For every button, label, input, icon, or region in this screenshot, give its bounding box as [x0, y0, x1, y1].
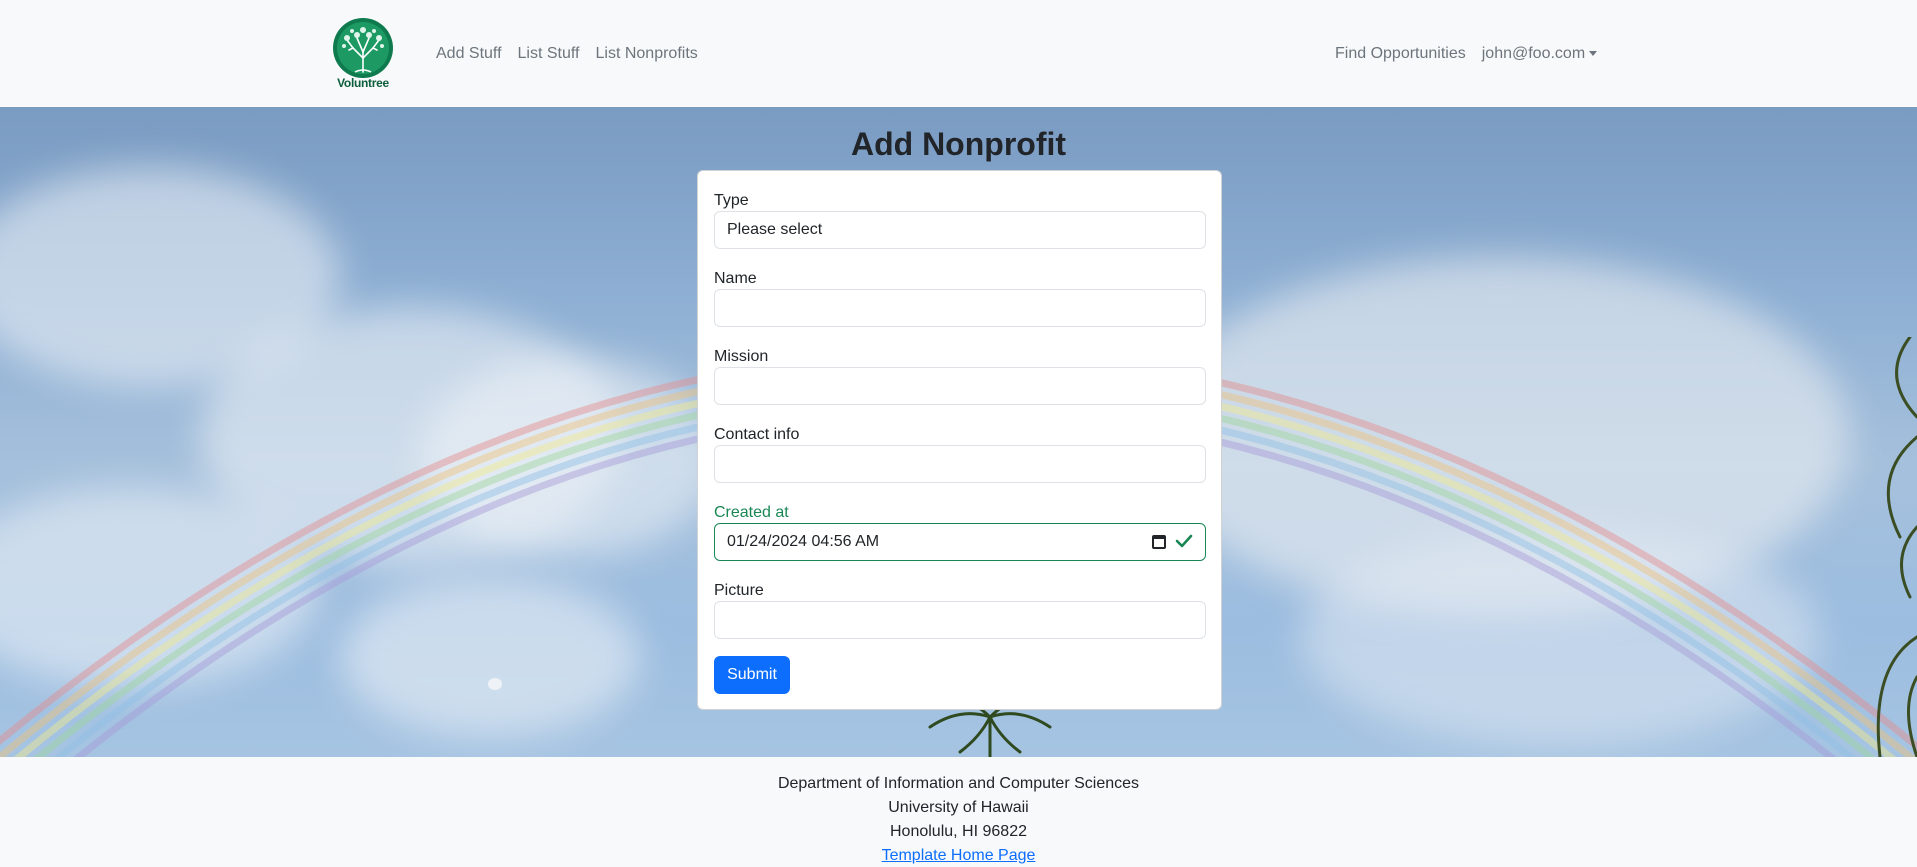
page-title: Add Nonprofit — [850, 126, 1067, 162]
mission-input[interactable] — [714, 367, 1206, 405]
created-at-label: Created at — [714, 504, 789, 521]
type-select-value: Please select — [727, 221, 823, 238]
picture-label: Picture — [714, 582, 764, 599]
name-label: Name — [714, 270, 757, 287]
submit-button[interactable]: Submit — [714, 656, 790, 694]
footer-university: University of Hawaii — [888, 799, 1029, 816]
contact-info-input[interactable] — [714, 445, 1206, 483]
type-label: Type — [714, 192, 749, 209]
footer-template-link[interactable]: Template Home Page — [0, 844, 1917, 867]
footer: Department of Information and Computer S… — [0, 757, 1917, 867]
calendar-icon[interactable] — [1152, 535, 1166, 549]
footer-address: Honolulu, HI 96822 — [890, 823, 1027, 840]
nav-add-stuff[interactable]: Add Stuff — [436, 44, 502, 64]
created-at-input[interactable]: 01/24/2024 04:56 AM — [714, 523, 1206, 561]
mission-label: Mission — [714, 348, 769, 365]
created-at-value: 01/24/2024 04:56 AM — [727, 533, 880, 550]
nav-list-stuff[interactable]: List Stuff — [518, 44, 580, 64]
navbar: Voluntree Add Stuff List Stuff List Nonp… — [0, 0, 1917, 107]
check-icon — [1175, 534, 1193, 548]
caret-down-icon — [1589, 51, 1598, 57]
user-dropdown[interactable]: john@foo.com — [1481, 44, 1598, 64]
name-input[interactable] — [714, 289, 1206, 327]
user-email: john@foo.com — [1481, 45, 1586, 62]
add-nonprofit-form: Type Please select Name Mission Contact … — [697, 170, 1222, 710]
contact-info-label: Contact info — [714, 426, 800, 443]
nav-right: Find Opportunities john@foo.com — [1335, 44, 1598, 64]
nav-left: Add Stuff List Stuff List Nonprofits — [436, 44, 714, 64]
picture-input[interactable] — [714, 601, 1206, 639]
palm-tree-right — [1876, 337, 1917, 757]
footer-department: Department of Information and Computer S… — [777, 775, 1140, 792]
type-select[interactable]: Please select — [714, 211, 1206, 249]
voluntree-logo[interactable]: Voluntree — [327, 14, 399, 92]
brand-text: Voluntree — [337, 76, 389, 90]
nav-list-nonprofits[interactable]: List Nonprofits — [596, 44, 698, 64]
nav-find-opportunities[interactable]: Find Opportunities — [1335, 44, 1466, 64]
